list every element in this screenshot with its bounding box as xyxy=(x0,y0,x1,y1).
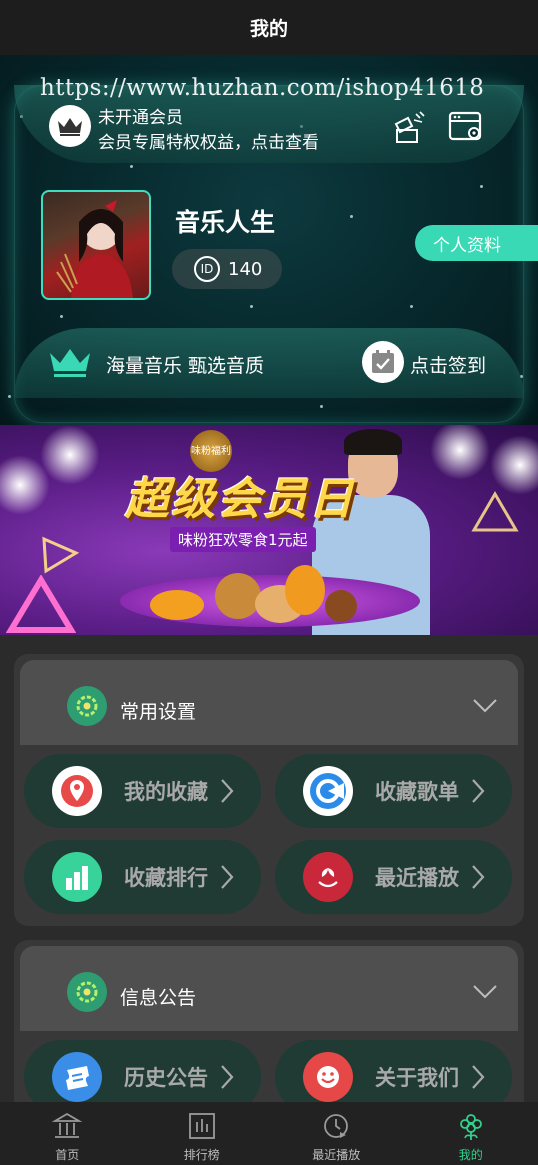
profile-button[interactable]: 个人资料 xyxy=(415,225,538,261)
triangle-decoration xyxy=(42,536,80,574)
tile-label: 历史公告 xyxy=(124,1066,208,1090)
skin-icon[interactable] xyxy=(392,110,426,144)
playlist-disc-icon xyxy=(303,766,353,816)
vip-status: 未开通会员 xyxy=(98,108,183,128)
section-header[interactable]: 常用设置 xyxy=(20,660,518,745)
location-pin-icon xyxy=(52,766,102,816)
chevron-right-icon xyxy=(221,865,234,889)
chevron-down-icon[interactable] xyxy=(472,692,498,718)
chevron-down-icon[interactable] xyxy=(472,978,498,1004)
section-title: 常用设置 xyxy=(120,701,197,723)
snack-decoration xyxy=(215,573,261,619)
tab-label: 最近播放 xyxy=(312,1148,361,1162)
profile-flower-icon xyxy=(459,1114,482,1140)
slogan: 海量音乐 甄选音质 xyxy=(106,355,265,377)
stage-light xyxy=(490,435,538,495)
tile-favorite-playlists[interactable]: 收藏歌单 xyxy=(275,754,512,828)
ticket-icon xyxy=(52,1052,102,1102)
tab-recent-play[interactable]: 最近播放 xyxy=(269,1102,404,1165)
username: 音乐人生 xyxy=(175,208,276,237)
profile-hero: https://www.huzhan.com/ishop41618 未开通会员 … xyxy=(0,55,538,425)
watermark-text: https://www.huzhan.com/ishop41618 xyxy=(40,75,485,101)
smile-icon xyxy=(303,1052,353,1102)
home-icon xyxy=(51,1112,83,1138)
user-id-badge: ID 140 xyxy=(172,249,282,289)
triangle-decoration xyxy=(471,491,519,532)
tab-home[interactable]: 首页 xyxy=(0,1102,135,1165)
bottom-tab-bar: 首页 排行榜 最近播放 我的 xyxy=(0,1102,538,1165)
chevron-right-icon xyxy=(472,865,485,889)
tab-ranking[interactable]: 排行榜 xyxy=(135,1102,270,1165)
green-crown-icon xyxy=(50,349,90,377)
user-id-value: 140 xyxy=(228,258,263,280)
gear-icon xyxy=(67,972,107,1012)
checkin-button[interactable]: 点击签到 xyxy=(410,351,486,378)
ranking-icon xyxy=(188,1113,215,1139)
stage-light xyxy=(430,425,490,480)
tile-my-favorites[interactable]: 我的收藏 xyxy=(24,754,261,828)
tab-label: 首页 xyxy=(55,1148,80,1162)
vip-crown-icon xyxy=(49,105,91,147)
avatar[interactable] xyxy=(41,190,151,300)
tile-label: 收藏歌单 xyxy=(375,780,459,804)
tile-label: 我的收藏 xyxy=(124,780,208,804)
snack-decoration xyxy=(150,590,204,620)
tile-label: 最近播放 xyxy=(375,866,459,890)
page-title: 我的 xyxy=(249,18,288,40)
snack-decoration xyxy=(325,590,357,622)
section-header[interactable]: 信息公告 xyxy=(20,946,518,1031)
promo-headline: 超级会员日 xyxy=(125,474,355,525)
section-title: 信息公告 xyxy=(120,987,197,1009)
tab-label: 排行榜 xyxy=(183,1148,220,1162)
tile-label: 关于我们 xyxy=(375,1066,459,1090)
bar-chart-icon xyxy=(52,852,102,902)
chevron-right-icon xyxy=(221,779,234,803)
chevron-right-icon xyxy=(472,779,485,803)
top-bar: 我的 xyxy=(0,0,538,55)
tab-label: 我的 xyxy=(458,1148,483,1162)
clock-play-icon xyxy=(324,1114,349,1138)
chevron-right-icon xyxy=(472,1065,485,1089)
settings-icon[interactable] xyxy=(448,110,484,144)
promo-subline: 味粉狂欢零食1元起 xyxy=(170,527,316,552)
tab-mine[interactable]: 我的 xyxy=(404,1102,538,1165)
vip-description[interactable]: 会员专属特权权益，点击查看 xyxy=(98,128,319,153)
section-common-settings: 常用设置 我的收藏 收藏歌单 收藏排行 最近播放 xyxy=(14,654,524,926)
calendar-check-icon[interactable] xyxy=(362,341,404,383)
snack-decoration xyxy=(285,565,325,615)
recent-play-icon xyxy=(303,852,353,902)
promo-banner[interactable]: 味粉福利 超级会员日 味粉狂欢零食1元起 xyxy=(0,425,538,635)
tile-label: 收藏排行 xyxy=(124,866,208,890)
chevron-right-icon xyxy=(221,1065,234,1089)
id-icon: ID xyxy=(194,256,220,282)
star-decoration xyxy=(8,395,11,398)
tile-favorite-ranking[interactable]: 收藏排行 xyxy=(24,840,261,914)
triangle-decoration xyxy=(6,575,76,633)
gear-icon xyxy=(67,686,107,726)
section-announcements: 信息公告 历史公告 关于我们 xyxy=(14,940,524,1120)
page: 我的 https://www.huzhan.com/ishop41618 未开通… xyxy=(0,0,538,1165)
tile-recent-play[interactable]: 最近播放 xyxy=(275,840,512,914)
stage-light xyxy=(40,425,100,485)
promo-person-hair xyxy=(344,429,402,455)
